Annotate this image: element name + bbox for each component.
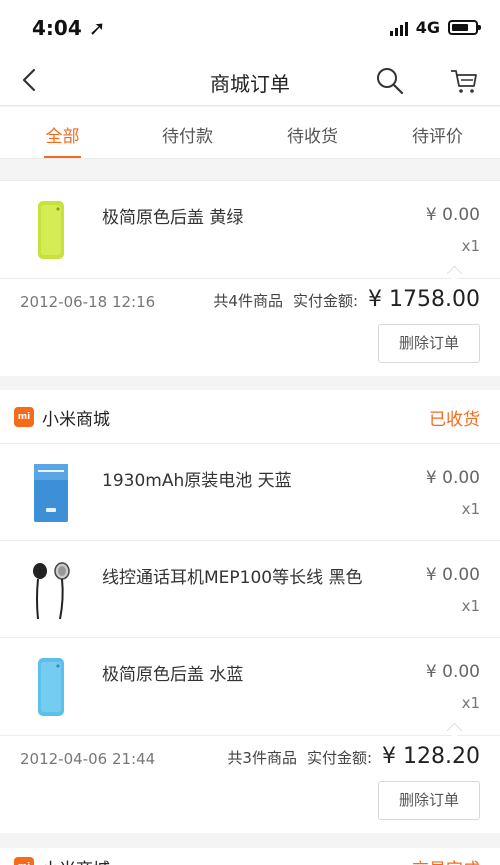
- order-status: 交易完成: [412, 855, 480, 865]
- order-total: 共4件商品 实付金额: ¥ 1758.00: [213, 287, 480, 312]
- order-item[interactable]: 极简原色后盖 黄绿 ¥ 0.00 x1: [0, 181, 500, 278]
- shop-header: mi 小米商城 已收货: [0, 390, 500, 444]
- paid-label: 实付金额:: [292, 292, 359, 310]
- item-count: 共4件商品: [213, 292, 283, 310]
- paid-label: 实付金额:: [306, 749, 373, 767]
- order-tabs: 全部 待付款 待收货 待评价: [0, 107, 500, 159]
- status-bar: 4:04 ➚ 4G: [0, 0, 500, 56]
- order-summary: 2012-06-18 12:16 共4件商品 实付金额: ¥ 1758.00: [0, 278, 500, 324]
- status-indicators: 4G: [389, 18, 481, 37]
- shop-name: 小米商城: [42, 855, 110, 865]
- earphones-product-thumbnail: [33, 562, 70, 620]
- search-icon[interactable]: [374, 65, 406, 97]
- nav-bar: 商城订单: [0, 56, 500, 106]
- yellow-green-back-cover-thumbnail: [38, 201, 64, 259]
- item-name: 线控通话耳机MEP100等长线 黑色: [102, 568, 363, 588]
- item-price: ¥ 0.00: [425, 205, 480, 225]
- delete-order-button[interactable]: 删除订单: [378, 324, 480, 363]
- battery-product-thumbnail: [34, 464, 68, 522]
- order-card: mi 小米商城 交易完成: [0, 848, 500, 865]
- item-price: ¥ 0.00: [425, 662, 480, 682]
- item-quantity: x1: [461, 500, 480, 518]
- order-item[interactable]: 线控通话耳机MEP100等长线 黑色 ¥ 0.00 x1: [0, 541, 500, 638]
- order-actions: 删除订单: [0, 324, 500, 376]
- item-quantity: x1: [461, 597, 480, 615]
- item-name: 极简原色后盖 黄绿: [102, 208, 244, 228]
- tab-pending-receipt[interactable]: 待收货: [250, 107, 375, 158]
- order-summary: 2012-04-06 21:44 共3件商品 实付金额: ¥ 128.20: [0, 735, 500, 781]
- page-title: 商城订单: [210, 72, 290, 96]
- order-card: 极简原色后盖 黄绿 ¥ 0.00 x1 2012-06-18 12:16 共4件…: [0, 180, 500, 376]
- signal-icon: [389, 20, 408, 36]
- item-price: ¥ 0.00: [425, 468, 480, 488]
- order-card: mi 小米商城 已收货 1930mAh原装电池 天蓝 ¥ 0.00 x1 线控通…: [0, 390, 500, 833]
- item-name: 1930mAh原装电池 天蓝: [102, 471, 292, 491]
- paid-amount: ¥ 1758.00: [368, 287, 480, 312]
- sky-blue-back-cover-thumbnail: [38, 658, 64, 716]
- order-date: 2012-04-06 21:44: [20, 750, 156, 768]
- order-item[interactable]: 极简原色后盖 水蓝 ¥ 0.00 x1: [0, 638, 500, 735]
- item-name: 极简原色后盖 水蓝: [102, 665, 244, 685]
- tab-pending-payment[interactable]: 待付款: [125, 107, 250, 158]
- tab-pending-review[interactable]: 待评价: [375, 107, 500, 158]
- mi-logo-icon: mi: [14, 407, 34, 427]
- item-quantity: x1: [461, 694, 480, 712]
- order-total: 共3件商品 实付金额: ¥ 128.20: [227, 744, 480, 769]
- order-date: 2012-06-18 12:16: [20, 293, 156, 311]
- mi-logo-icon: mi: [14, 857, 34, 865]
- delete-order-button[interactable]: 删除订单: [378, 781, 480, 820]
- item-quantity: x1: [461, 237, 480, 255]
- item-count: 共3件商品: [227, 749, 297, 767]
- cart-icon[interactable]: [448, 65, 480, 97]
- shop-header: mi 小米商城 交易完成: [0, 848, 500, 865]
- network-type: 4G: [415, 18, 440, 37]
- item-price: ¥ 0.00: [425, 565, 480, 585]
- paid-amount: ¥ 128.20: [382, 744, 480, 769]
- order-item[interactable]: 1930mAh原装电池 天蓝 ¥ 0.00 x1: [0, 444, 500, 541]
- battery-icon: [448, 20, 481, 35]
- order-status: 已收货: [429, 410, 480, 430]
- status-time: 4:04 ➚: [32, 16, 106, 40]
- tab-all[interactable]: 全部: [0, 107, 125, 158]
- order-actions: 删除订单: [0, 781, 500, 833]
- shop-name: 小米商城: [42, 410, 110, 430]
